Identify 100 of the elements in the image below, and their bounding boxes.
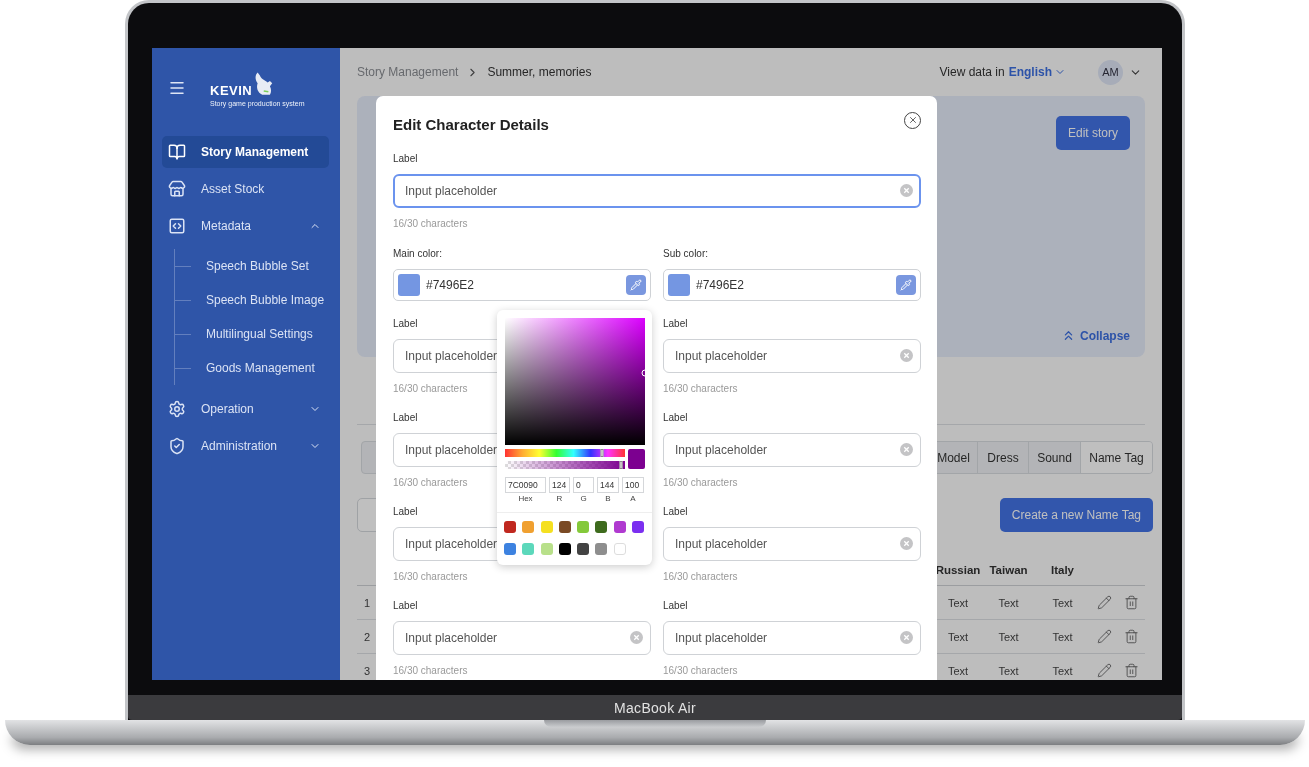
field-label: Label — [663, 505, 688, 519]
channel-field[interactable]: 144 — [597, 477, 619, 493]
edit-icon[interactable] — [1096, 629, 1112, 644]
text-field[interactable]: Input placeholder — [663, 621, 921, 655]
eyedropper-button[interactable] — [896, 275, 916, 295]
breadcrumb-item[interactable]: Summer, memories — [487, 65, 592, 79]
character-count: 16/30 characters — [393, 664, 468, 678]
clear-icon[interactable] — [900, 631, 913, 644]
preset-swatch[interactable] — [540, 521, 553, 533]
delete-icon[interactable] — [1123, 595, 1139, 610]
channel-field[interactable]: 100 — [622, 477, 644, 493]
hue-slider[interactable] — [505, 449, 625, 457]
field-label: Label — [393, 411, 418, 425]
table-cell: Text — [982, 654, 1035, 680]
clear-icon[interactable] — [900, 349, 913, 362]
text-field[interactable]: Input placeholder — [393, 174, 921, 208]
segment-tab[interactable]: Dress — [977, 442, 1028, 473]
field-label: Label — [393, 317, 418, 331]
segment-tab[interactable]: Name Tag — [1080, 442, 1152, 473]
channel-field[interactable]: 0 — [573, 477, 594, 493]
character-count: 16/30 characters — [393, 217, 468, 231]
preset-swatch[interactable] — [613, 543, 626, 555]
channel-field[interactable]: 7C0090 — [505, 477, 546, 493]
preset-swatch[interactable] — [577, 521, 590, 533]
nav-item[interactable]: Story Management — [162, 136, 329, 168]
text-field[interactable]: Input placeholder — [663, 339, 921, 373]
preset-swatch[interactable] — [613, 521, 626, 533]
nav-item[interactable]: Administration — [162, 430, 329, 462]
preset-swatch[interactable] — [522, 543, 535, 555]
collapse-link[interactable]: Collapse — [1061, 328, 1130, 343]
user-avatar[interactable]: AM — [1098, 59, 1123, 85]
dialog-title: Edit Character Details — [393, 115, 549, 133]
delete-icon[interactable] — [1123, 629, 1139, 644]
alpha-slider[interactable] — [505, 461, 625, 469]
preset-swatch[interactable] — [595, 543, 608, 555]
color-value: #7496E2 — [696, 278, 746, 292]
nav-subitem[interactable]: Goods Management — [175, 351, 329, 385]
color-field[interactable]: #7496E2 — [393, 269, 651, 301]
view-data-label: View data in — [939, 65, 1005, 79]
field-label: Label — [393, 152, 418, 166]
nav-item[interactable]: Metadata — [162, 210, 329, 242]
nav-item[interactable]: Operation — [162, 393, 329, 425]
table-cell: Text — [982, 620, 1035, 654]
preset-swatch[interactable] — [558, 521, 571, 533]
preset-swatch[interactable] — [595, 521, 608, 533]
eyedropper-button[interactable] — [626, 275, 646, 295]
character-count: 16/30 characters — [663, 570, 738, 584]
clear-icon[interactable] — [630, 631, 643, 644]
delete-icon[interactable] — [1123, 663, 1139, 678]
table-cell: Text — [1035, 586, 1090, 620]
nav-icon — [168, 180, 186, 198]
nav-icon — [168, 217, 186, 235]
nav-subitem[interactable]: Speech Bubble Image — [175, 283, 329, 317]
character-count: 16/30 characters — [663, 664, 738, 678]
channel-field[interactable]: 124 — [549, 477, 570, 493]
character-count: 16/30 characters — [393, 570, 468, 584]
character-count: 16/30 characters — [663, 382, 738, 396]
preset-swatch[interactable] — [522, 521, 535, 533]
color-field[interactable]: #7496E2 — [663, 269, 921, 301]
edit-icon[interactable] — [1096, 595, 1112, 610]
field-label: Main color: — [393, 247, 442, 261]
nav-subitem[interactable]: Speech Bubble Set — [175, 249, 329, 283]
close-icon — [907, 115, 918, 125]
channel-label: B — [604, 494, 612, 503]
field-label: Label — [663, 599, 688, 613]
nav-icon — [168, 143, 186, 161]
create-button[interactable]: Create a new Name Tag — [999, 498, 1153, 532]
preset-swatch[interactable] — [632, 521, 645, 533]
nav-icon — [168, 400, 186, 418]
clear-icon[interactable] — [900, 443, 913, 456]
color-value: #7496E2 — [426, 278, 476, 292]
character-count: 16/30 characters — [393, 382, 468, 396]
edit-story-button[interactable]: Edit story — [1056, 116, 1130, 150]
field-label: Label — [663, 317, 688, 331]
nav-icon — [168, 437, 186, 455]
nav-subitem[interactable]: Multilingual Settings — [175, 317, 329, 351]
preset-swatch[interactable] — [504, 521, 516, 533]
preset-swatch[interactable] — [558, 543, 571, 555]
clear-icon[interactable] — [900, 537, 913, 550]
text-field[interactable]: Input placeholder — [663, 433, 921, 467]
menu-icon[interactable] — [168, 79, 186, 97]
text-field[interactable]: Input placeholder — [393, 621, 651, 655]
field-label: Label — [663, 411, 688, 425]
nav-item[interactable]: Asset Stock — [162, 173, 329, 205]
preset-swatch[interactable] — [504, 543, 516, 555]
preset-swatch[interactable] — [577, 543, 590, 555]
language-select[interactable]: English — [1008, 65, 1066, 79]
edit-icon[interactable] — [1096, 663, 1112, 678]
field-label: Sub color: — [663, 247, 709, 261]
channel-label: G — [579, 494, 588, 503]
character-count: 16/30 characters — [393, 476, 468, 490]
table-cell: Text — [1035, 620, 1090, 654]
preset-swatch[interactable] — [540, 543, 553, 555]
field-label: Label — [393, 505, 418, 519]
saturation-area[interactable] — [505, 318, 645, 445]
channel-label: A — [629, 494, 637, 503]
logo-name: KEVIN — [210, 82, 253, 98]
channel-label: R — [555, 494, 564, 503]
text-field[interactable]: Input placeholder — [663, 527, 921, 561]
clear-icon[interactable] — [900, 184, 913, 197]
